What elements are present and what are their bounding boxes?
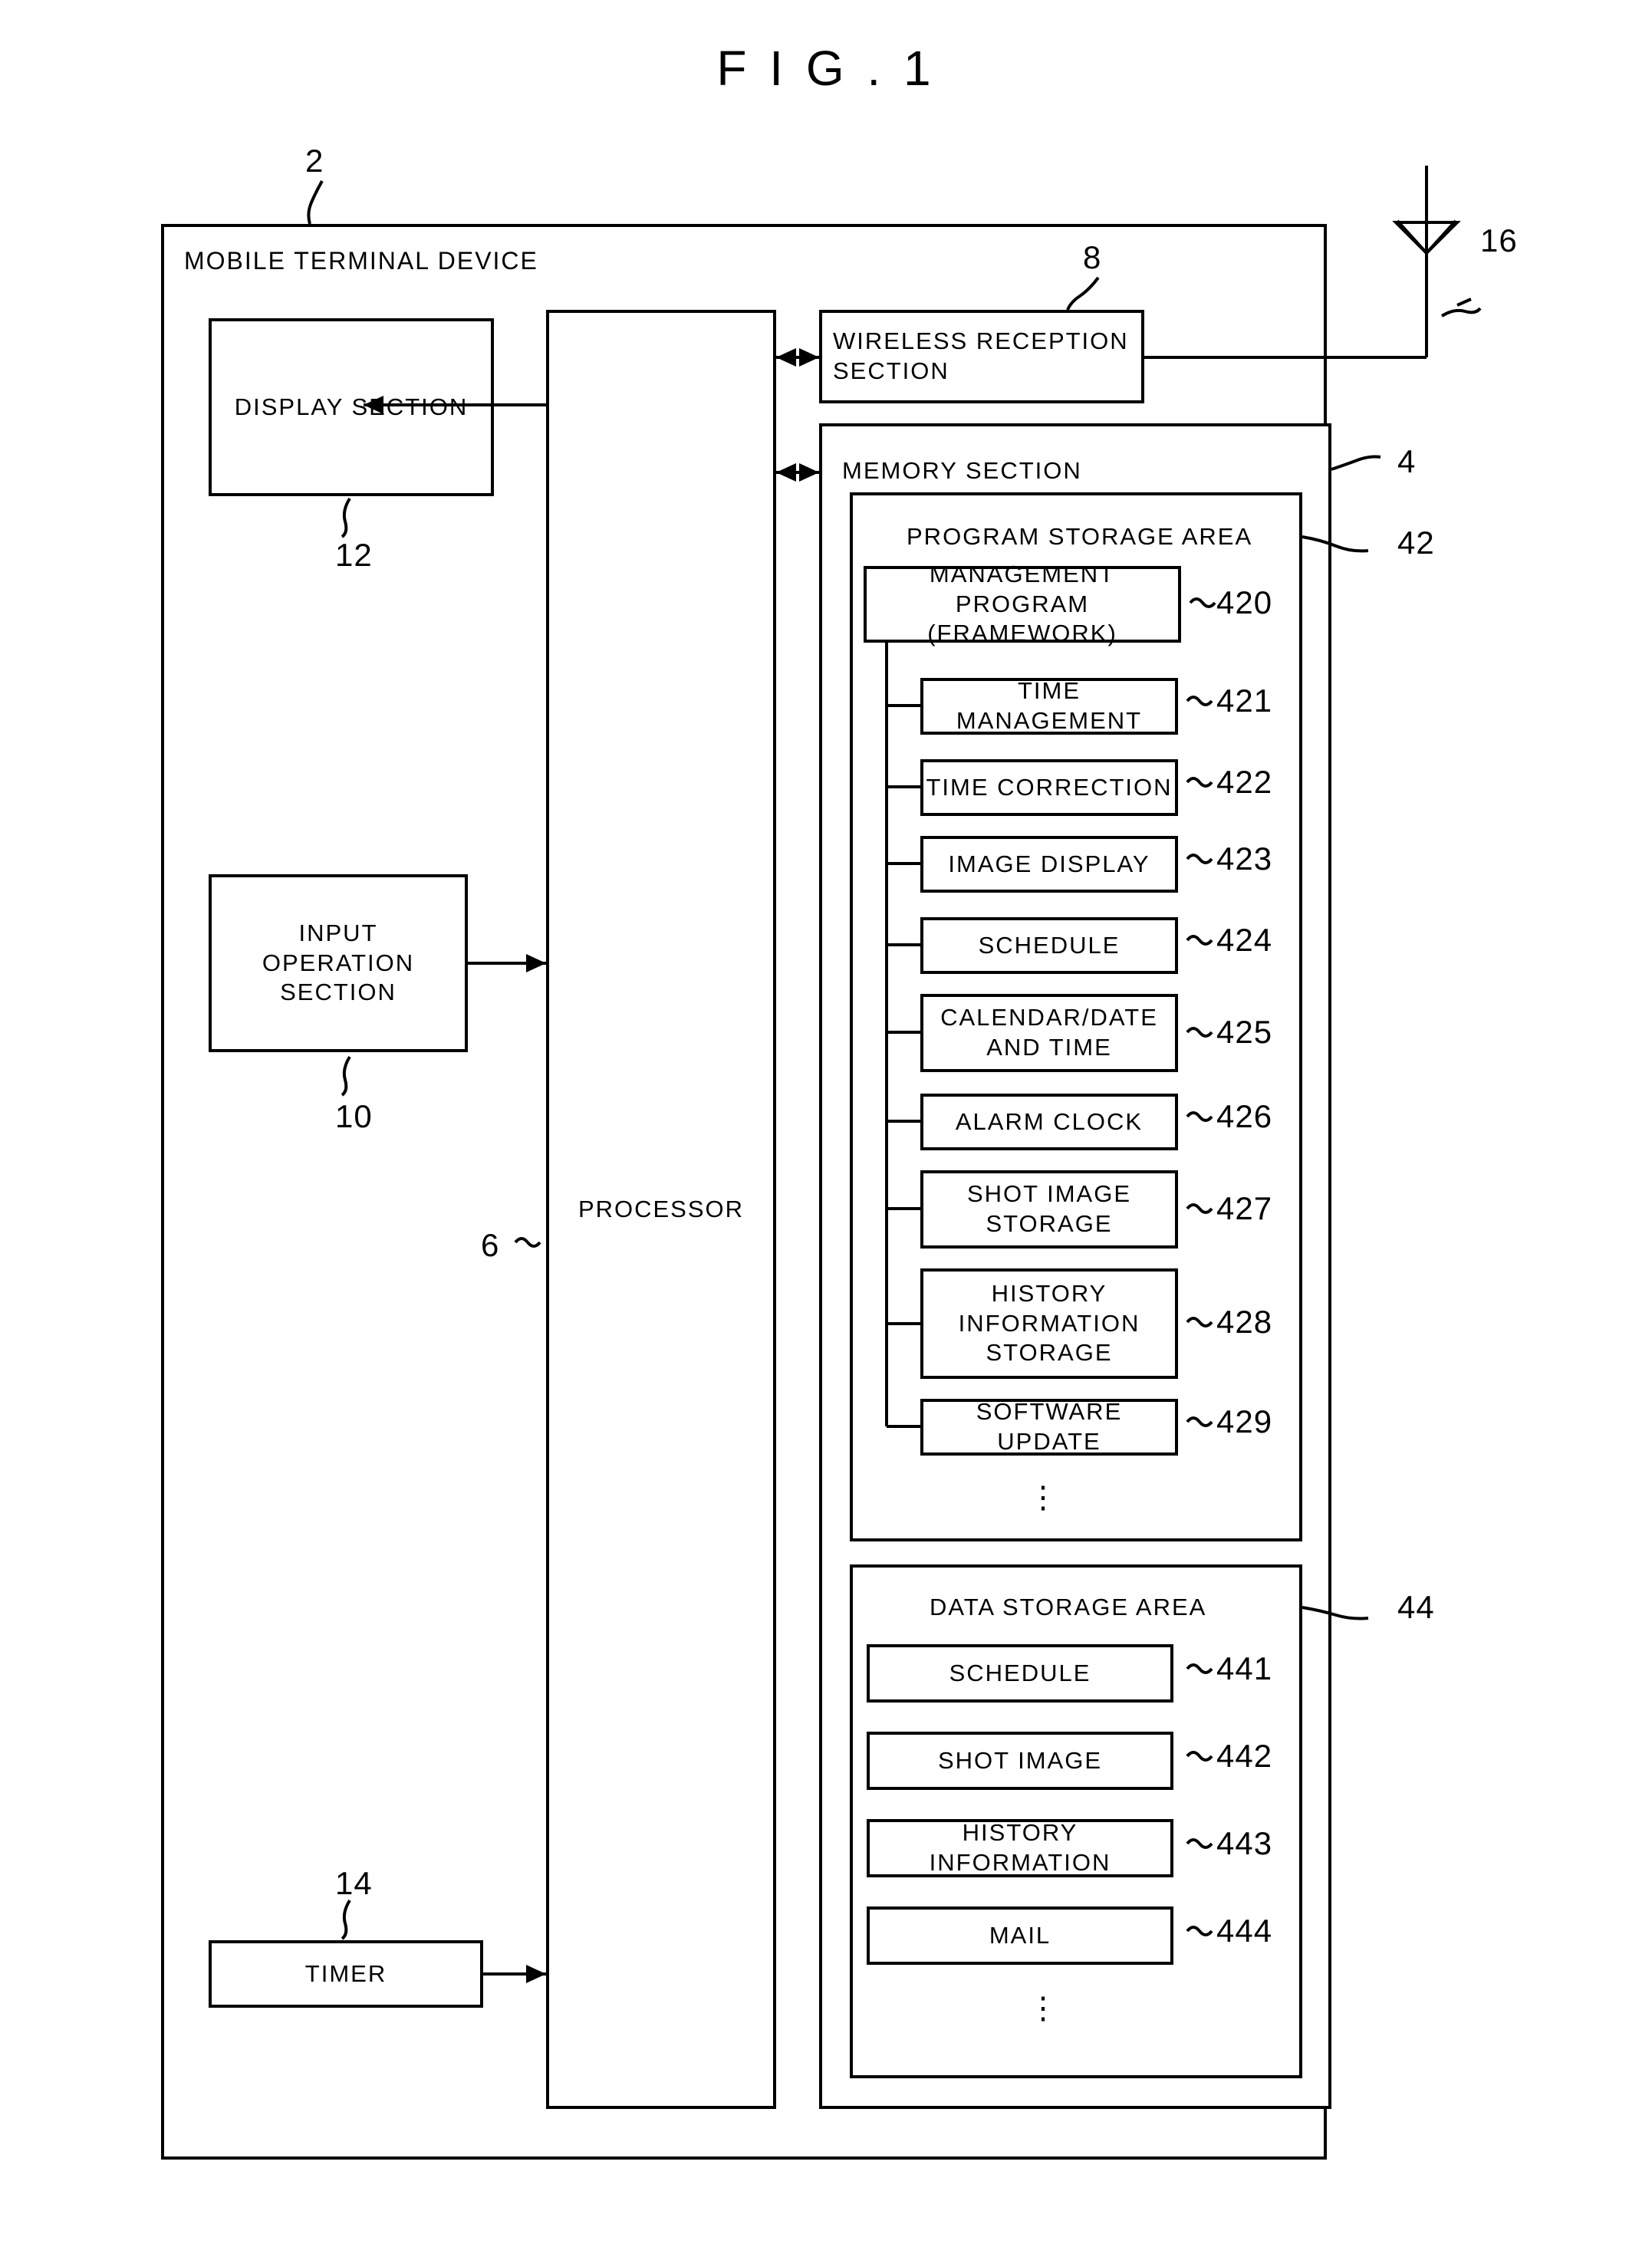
program-item-427-box: SHOT IMAGE STORAGE [920,1170,1178,1249]
data-item-442-label: SHOT IMAGE [937,1746,1103,1774]
input-operation-line-2: OPERATION [262,949,415,976]
program-item-423-label: IMAGE DISPLAY [948,850,1150,877]
ref-423: 423 [1216,841,1273,877]
processor-box: PROCESSOR [546,310,776,2109]
mobile-terminal-device-label: MOBILE TERMINAL DEVICE [184,247,538,275]
leader-16 [1440,307,1482,317]
data-item-444-label: MAIL [989,1921,1051,1949]
data-items-ellipsis: ⋮ [1026,1991,1060,2027]
input-operation-line-3: SECTION [280,979,397,1006]
wireless-reception-line-1: WIRELESS RECEPTION [833,327,1129,355]
program-item-425-line-2: AND TIME [986,1034,1112,1061]
ref-8: 8 [1083,239,1102,275]
ref-6: 6 [481,1227,500,1263]
wireless-reception-line-2: SECTION [833,357,949,384]
ref-420: 420 [1216,584,1273,620]
program-item-425-box: CALENDAR/DATE AND TIME [920,994,1178,1072]
program-item-428-line-1: HISTORY [991,1279,1107,1307]
ref-427: 427 [1216,1190,1273,1226]
program-item-420-line-2: (FRAMEWORK) [927,620,1117,647]
leader-4 [1331,455,1381,471]
program-item-420-line-1: MANAGEMENT PROGRAM [929,560,1116,617]
program-item-429-box: SOFTWARE UPDATE [920,1398,1178,1456]
timer-label: TIMER [304,1959,387,1987]
ref-422: 422 [1216,764,1273,800]
program-item-428-line-2: INFORMATION [958,1309,1140,1337]
ref-4: 4 [1397,443,1417,479]
program-item-427-line-2: STORAGE [986,1210,1113,1237]
program-item-421-box: TIME MANAGEMENT [920,677,1178,735]
data-item-442-box: SHOT IMAGE [867,1732,1173,1790]
ref-428: 428 [1216,1304,1273,1340]
antenna-icon [1392,215,1461,255]
ref-441: 441 [1216,1650,1273,1686]
data-item-443-box: HISTORY INFORMATION [867,1819,1173,1877]
program-item-426-label: ALARM CLOCK [955,1107,1144,1135]
wireless-reception-section-box: WIRELESS RECEPTION SECTION [819,310,1144,403]
program-item-422-label: TIME CORRECTION [926,773,1173,801]
display-section-box: DISPLAY SECTION [209,318,494,496]
ref-16: 16 [1480,222,1518,258]
ref-429: 429 [1216,1403,1273,1439]
ref-444: 444 [1216,1913,1273,1949]
ref-10: 10 [335,1098,373,1134]
ref-44: 44 [1397,1589,1435,1625]
ref-421: 421 [1216,683,1273,719]
program-item-428-line-3: STORAGE [986,1339,1113,1367]
ref-425: 425 [1216,1014,1273,1050]
memory-section-label: MEMORY SECTION [842,457,1082,484]
program-item-429-label: SOFTWARE UPDATE [976,1398,1123,1455]
ref-2: 2 [305,143,324,179]
ref-424: 424 [1216,922,1273,958]
ref-12: 12 [335,537,373,573]
antenna-v [1396,219,1457,255]
program-item-421-label: TIME MANAGEMENT [956,677,1143,734]
program-items-ellipsis: ⋮ [1026,1480,1060,1516]
program-item-426-box: ALARM CLOCK [920,1094,1178,1150]
program-item-425-line-1: CALENDAR/DATE [940,1004,1158,1031]
program-item-423-box: IMAGE DISPLAY [920,836,1178,893]
data-item-441-box: SCHEDULE [867,1644,1173,1703]
program-item-424-label: SCHEDULE [978,931,1121,959]
program-storage-area-label: PROGRAM STORAGE AREA [907,523,1253,550]
ref-14: 14 [335,1865,373,1901]
program-item-424-box: SCHEDULE [920,917,1178,974]
input-operation-line-1: INPUT [298,919,378,946]
timer-box: TIMER [209,1940,483,2008]
program-item-427-line-1: SHOT IMAGE [966,1180,1132,1208]
ref-442: 442 [1216,1738,1273,1774]
line-16 [1456,298,1472,307]
program-item-420-box: MANAGEMENT PROGRAM (FRAMEWORK) [864,561,1181,646]
ref-443: 443 [1216,1825,1273,1861]
data-item-444-box: MAIL [867,1906,1173,1965]
leader-2 [307,180,324,225]
program-item-422-box: TIME CORRECTION [920,759,1178,816]
processor-label: PROCESSOR [578,1195,745,1222]
figure-title: F I G . 1 [716,41,936,96]
data-item-443-label: HISTORY INFORMATION [929,1819,1111,1876]
data-storage-area-label: DATA STORAGE AREA [930,1594,1207,1620]
program-item-428-box: HISTORY INFORMATION STORAGE [920,1268,1178,1379]
display-section-label: DISPLAY SECTION [234,393,469,420]
input-operation-section-box: INPUT OPERATION SECTION [209,874,468,1052]
ref-42: 42 [1397,525,1435,561]
data-item-441-label: SCHEDULE [949,1659,1091,1686]
ref-426: 426 [1216,1098,1273,1134]
